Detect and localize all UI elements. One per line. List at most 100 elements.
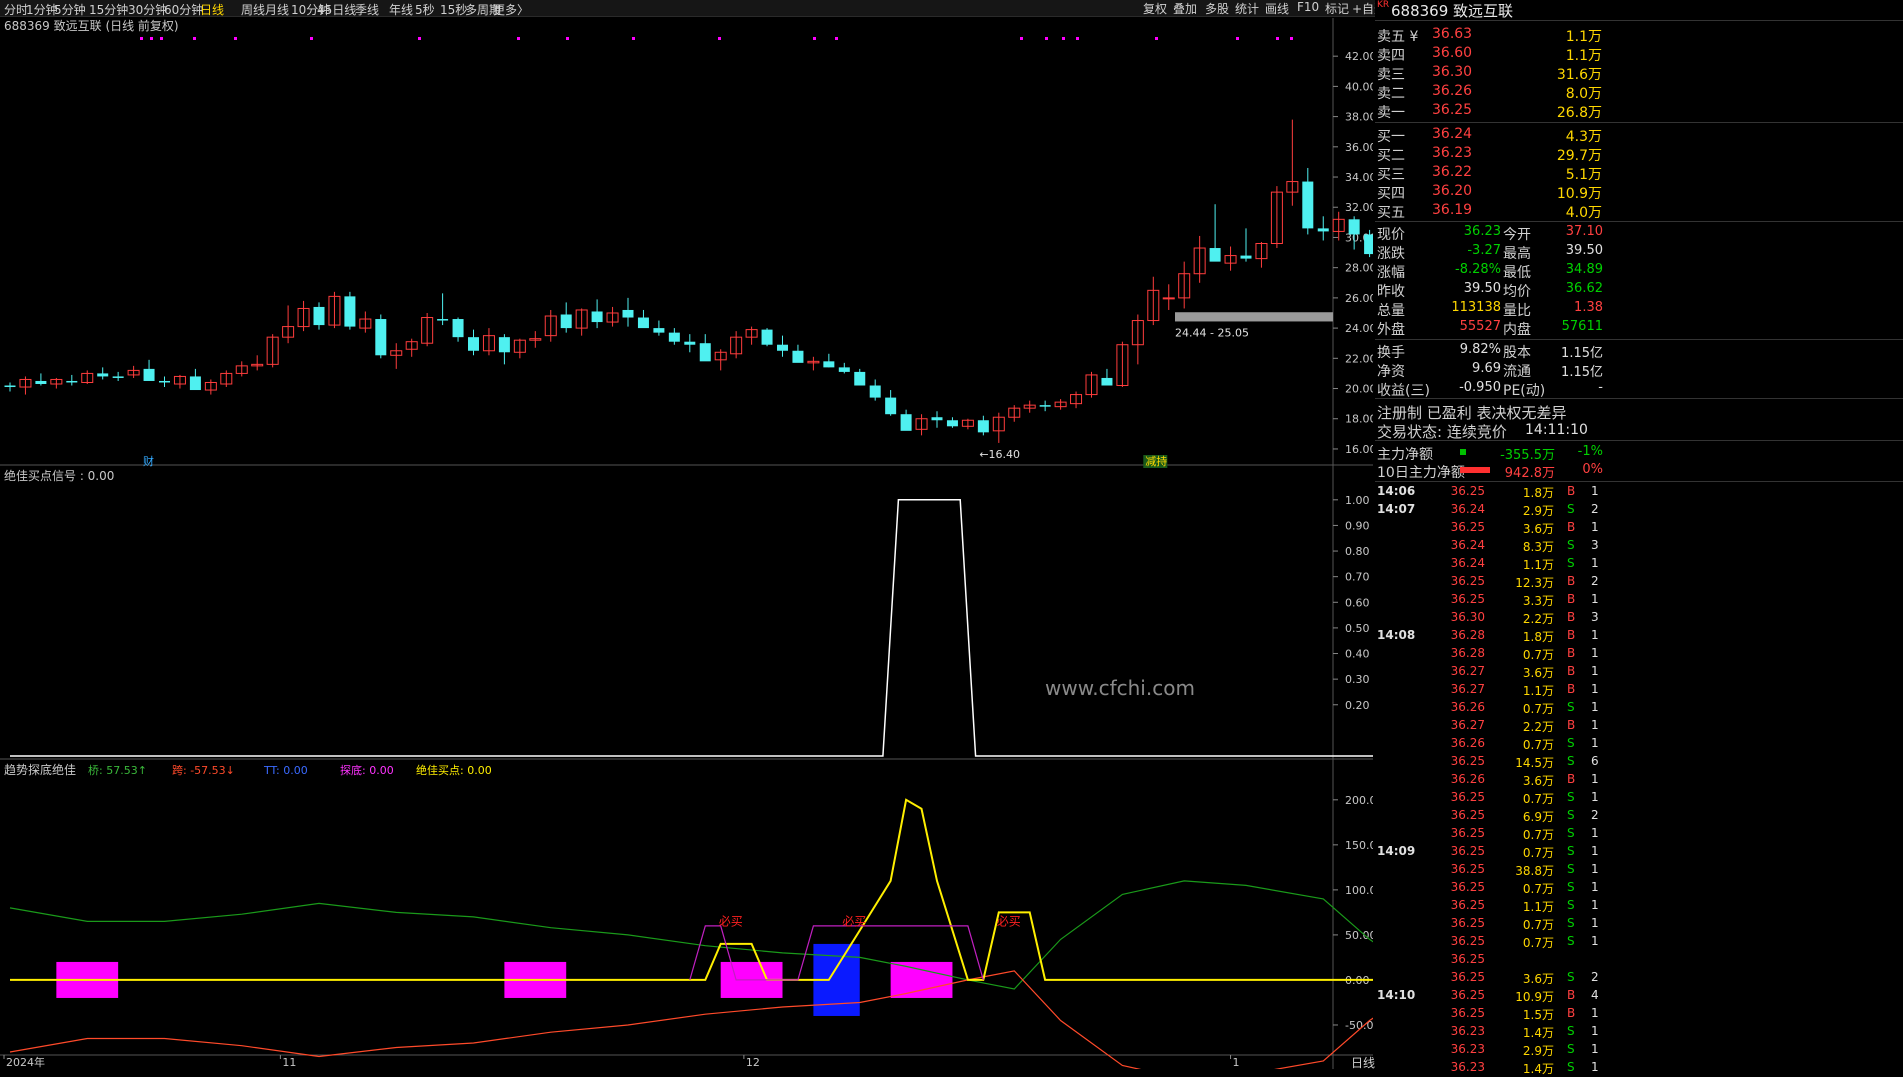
flow-pct: 0% <box>1582 462 1603 477</box>
tick-volume: 3.3万 <box>1522 594 1554 608</box>
stat-value: 1.38 <box>1574 300 1603 315</box>
candle-body <box>1101 377 1113 386</box>
tick-price: 36.25 <box>1450 952 1485 966</box>
tick-volume: 38.8万 <box>1515 864 1554 878</box>
x-tick-label: 1 <box>1233 1056 1240 1069</box>
tick-count: 2 <box>1591 808 1599 822</box>
tick-price: 36.25 <box>1450 898 1485 912</box>
tick-count: 1 <box>1591 628 1599 642</box>
ask-row: 卖四 36.60 1.1万 <box>1375 45 1612 64</box>
tick-price: 36.25 <box>1450 808 1485 822</box>
y-tick-label: 34.00 <box>1345 171 1373 184</box>
tick-price: 36.25 <box>1450 520 1485 534</box>
legend-item: TT: 0.00 <box>263 764 308 777</box>
stat-value: 34.89 <box>1565 262 1603 277</box>
tick-price: 36.25 <box>1450 826 1485 840</box>
candle-body <box>1302 181 1314 229</box>
candle-body <box>900 414 912 431</box>
y-tick-label: 1.00 <box>1345 494 1370 507</box>
tick-volume: 0.7万 <box>1522 936 1554 950</box>
stat-label: 总量 <box>1377 303 1405 319</box>
tick-price: 36.24 <box>1450 538 1485 552</box>
stat-label: 内盘 <box>1503 322 1531 338</box>
tick-volume: 0.7万 <box>1522 828 1554 842</box>
candle-body <box>668 332 680 342</box>
bid-label: 买三 <box>1377 167 1405 183</box>
y-tick-label: 100.0 <box>1345 884 1373 897</box>
y-tick-label: 40.00 <box>1345 80 1373 93</box>
tick-volume: 8.3万 <box>1522 540 1554 554</box>
candle-body <box>823 361 835 368</box>
y-tick-label: 150.0 <box>1345 839 1373 852</box>
bid-price: 36.23 <box>1432 145 1473 161</box>
tick-price: 36.26 <box>1450 700 1485 714</box>
tick-side: B <box>1567 592 1576 606</box>
tick-volume: 1.1万 <box>1522 900 1554 914</box>
stat-value: 9.82% <box>1459 342 1501 357</box>
tick-time: 14:06 <box>1377 484 1416 498</box>
tick-count: 1 <box>1591 826 1599 840</box>
tick-count: 1 <box>1591 646 1599 660</box>
divider <box>1375 221 1903 222</box>
tick-price: 36.25 <box>1450 880 1485 894</box>
watermark: www.cfchi.com <box>1045 676 1195 700</box>
stat-value: 113138 <box>1451 300 1501 315</box>
y-tick-label: 28.00 <box>1345 262 1373 275</box>
tick-side: S <box>1567 826 1575 840</box>
ask-volume: 1.1万 <box>1565 29 1602 45</box>
registration-line: 注册制 已盈利 表决权无差异 <box>1377 404 1567 422</box>
ask-row: 卖二 36.26 8.0万 <box>1375 83 1612 102</box>
y-tick-label: 0.70 <box>1345 571 1370 584</box>
ask-row: 卖一 36.25 26.8万 <box>1375 102 1612 121</box>
candle-body <box>313 306 325 326</box>
tick-count: 1 <box>1591 682 1599 696</box>
kr-tag: KR <box>1377 0 1390 10</box>
flow-bar <box>1460 449 1466 455</box>
ask-row: 卖三 36.30 31.6万 <box>1375 64 1612 83</box>
tick-volume: 0.7万 <box>1522 648 1554 662</box>
ask-volume: 31.6万 <box>1556 67 1602 83</box>
ask-price: 36.25 <box>1432 102 1473 118</box>
candle-body <box>637 317 649 329</box>
y-tick-label: 32.00 <box>1345 201 1373 214</box>
tick-price: 36.27 <box>1450 664 1485 678</box>
stock-name: 688369 致远互联 <box>1391 2 1514 20</box>
tick-price: 36.25 <box>1450 988 1485 1002</box>
buy-label: 必买 <box>997 915 1021 929</box>
tick-volume: 1.4万 <box>1522 1026 1554 1040</box>
candle-body <box>622 309 634 318</box>
divider <box>1375 20 1903 21</box>
bid-row: 买五 36.19 4.0万 <box>1375 202 1612 221</box>
event-dot <box>1290 37 1293 40</box>
y-tick-label: 200.0 <box>1345 794 1373 807</box>
tick-side: B <box>1567 610 1576 624</box>
tick-volume: 2.2万 <box>1522 612 1554 626</box>
y-tick-label: 20.00 <box>1345 383 1373 396</box>
tick-price: 36.25 <box>1450 790 1485 804</box>
stat-label: 最低 <box>1503 265 1531 281</box>
main-title: 688369 致远互联 (日线 前复权) <box>4 18 179 33</box>
support-annotation: 24.44 - 25.05 <box>1175 326 1249 339</box>
tick-volume: 0.7万 <box>1522 846 1554 860</box>
flow-label: 主力净额 <box>1377 447 1433 463</box>
event-dot <box>835 37 838 40</box>
tick-volume: 6.9万 <box>1522 810 1554 824</box>
candle-body <box>1162 297 1175 300</box>
tick-price: 36.24 <box>1450 556 1485 570</box>
tick-count: 1 <box>1591 916 1599 930</box>
tick-side: S <box>1567 754 1575 768</box>
tick-count: 1 <box>1591 844 1599 858</box>
stat-label: 现价 <box>1377 227 1405 243</box>
candle-body <box>777 344 788 351</box>
y-tick-label: 0.20 <box>1345 699 1370 712</box>
tick-side: S <box>1567 790 1575 804</box>
event-dot <box>310 37 313 40</box>
candle-body <box>452 319 464 338</box>
bid-price: 36.19 <box>1432 202 1473 218</box>
bid-label: 买五 <box>1377 205 1405 221</box>
tick-count: 1 <box>1591 1006 1599 1020</box>
tick-side: S <box>1567 736 1575 750</box>
stat-label: 涨跌 <box>1377 246 1405 262</box>
candle-body <box>591 311 603 323</box>
candle-body <box>1317 228 1329 232</box>
